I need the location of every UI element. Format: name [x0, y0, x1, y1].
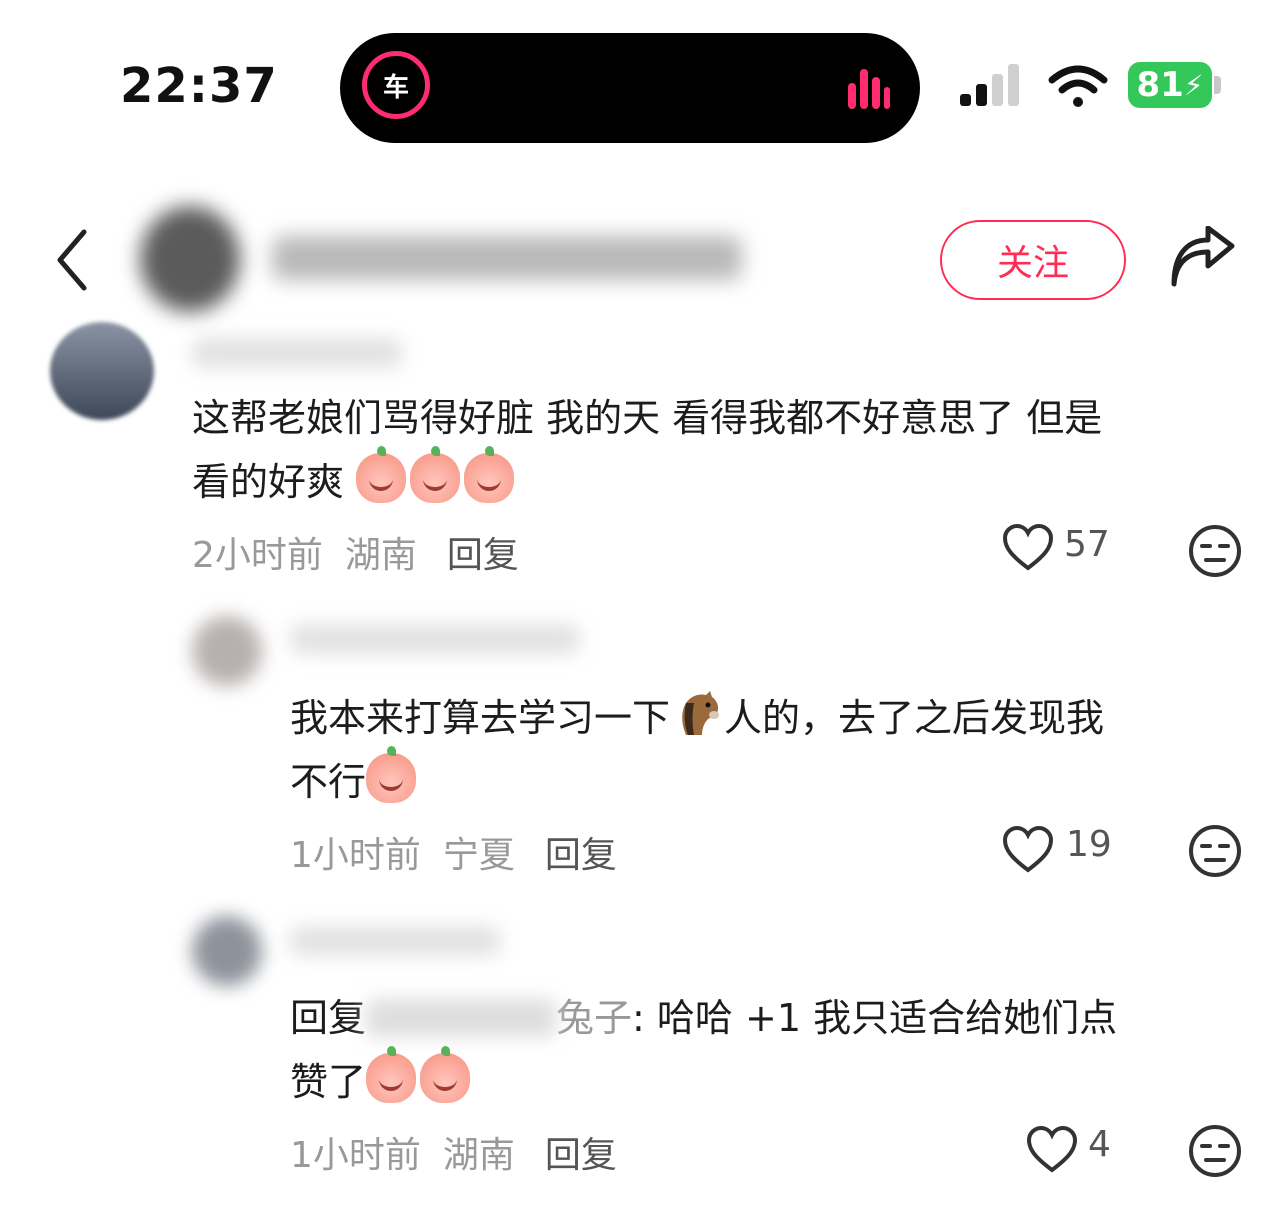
- battery-icon: 81 ⚡: [1128, 62, 1212, 108]
- dynamic-island[interactable]: 车: [340, 33, 920, 143]
- comment-text-line: 看的好爽: [192, 446, 1252, 514]
- like-count: 19: [1066, 824, 1112, 865]
- comment-text-part: : 哈哈 +1 我只适合给她们点: [632, 996, 1118, 1040]
- like-count: 4: [1088, 1124, 1111, 1165]
- comment-text-line: 回复 兔子: 哈哈 +1 我只适合给她们点: [290, 986, 1250, 1050]
- author-avatar[interactable]: [140, 206, 240, 312]
- comment-text-line: 这帮老娘们骂得好脏 我的天 看得我都不好意思了 但是: [192, 396, 1103, 440]
- wifi-icon: [1048, 65, 1108, 107]
- reply-button[interactable]: 回复: [545, 1135, 617, 1176]
- reply-button[interactable]: 回复: [447, 535, 519, 576]
- comment-time: 1小时前: [290, 835, 421, 876]
- comment-avatar[interactable]: [192, 616, 262, 686]
- peach-emoji: [410, 446, 461, 503]
- meh-face-icon[interactable]: [1188, 524, 1242, 578]
- peach-emoji: [464, 446, 515, 503]
- comment-meta: 2小时前 湖南 回复: [192, 526, 519, 578]
- comment-username-blurred[interactable]: [192, 338, 402, 368]
- reply-prefix: 回复: [290, 996, 367, 1040]
- peach-emoji: [366, 746, 417, 803]
- comment-avatar[interactable]: [50, 322, 154, 420]
- comment-text-part: 赞了: [290, 1060, 367, 1104]
- peach-emoji: [420, 1046, 471, 1103]
- meh-face-icon[interactable]: [1188, 1124, 1242, 1178]
- heart-icon[interactable]: [1002, 826, 1054, 874]
- comment-text: 这帮老娘们骂得好脏 我的天 看得我都不好意思了 但是 看的好爽: [192, 386, 1252, 514]
- peach-emoji: [366, 1046, 417, 1103]
- comment-meta: 1小时前 湖南 回复: [290, 1126, 617, 1178]
- comment-time: 2小时前: [192, 535, 323, 576]
- author-name-blurred[interactable]: [272, 236, 742, 280]
- comment-region: 湖南: [442, 1135, 515, 1176]
- reply-target-blurred[interactable]: [366, 999, 557, 1037]
- comment-text-part: 我本来打算去学习一下: [290, 696, 671, 740]
- peach-emoji: [356, 446, 407, 503]
- comment-text-part: 看的好爽: [192, 460, 345, 504]
- car-badge: 车: [362, 51, 430, 119]
- comment-text-part: 人的，去了之后发现我: [724, 696, 1105, 740]
- signal-icon: [960, 64, 1019, 106]
- comment-text-part: 不行: [290, 760, 367, 804]
- share-icon[interactable]: [1168, 226, 1238, 290]
- audio-bars-icon: [848, 69, 890, 109]
- horse-emoji: [682, 691, 720, 735]
- heart-icon[interactable]: [1026, 1126, 1078, 1174]
- back-icon[interactable]: [52, 228, 92, 292]
- comment-region: 宁夏: [442, 835, 515, 876]
- comment-username-blurred[interactable]: [290, 926, 500, 956]
- comment-username-blurred[interactable]: [290, 624, 580, 654]
- like-count: 57: [1064, 524, 1110, 565]
- comment-text-line: 赞了: [290, 1046, 1250, 1114]
- reply-button[interactable]: 回复: [545, 835, 617, 876]
- comment-text: 我本来打算去学习一下 人的，去了之后发现我 不行: [290, 686, 1250, 814]
- heart-icon[interactable]: [1002, 524, 1054, 572]
- comment-avatar[interactable]: [192, 916, 262, 986]
- comment-meta: 1小时前 宁夏 回复: [290, 826, 617, 878]
- comment-region: 湖南: [344, 535, 417, 576]
- reply-target-name: 兔子: [556, 996, 633, 1040]
- battery-tip: [1214, 76, 1221, 94]
- comment-text-line: 不行: [290, 746, 1250, 814]
- comment-text: 回复 兔子: 哈哈 +1 我只适合给她们点 赞了: [290, 986, 1250, 1114]
- comment-text-line: 我本来打算去学习一下 人的，去了之后发现我: [290, 686, 1250, 750]
- comment-time: 1小时前: [290, 1135, 421, 1176]
- status-time: 22:37: [120, 58, 278, 114]
- meh-face-icon[interactable]: [1188, 824, 1242, 878]
- battery-level: 81: [1136, 65, 1184, 105]
- follow-button[interactable]: 关注: [940, 220, 1126, 300]
